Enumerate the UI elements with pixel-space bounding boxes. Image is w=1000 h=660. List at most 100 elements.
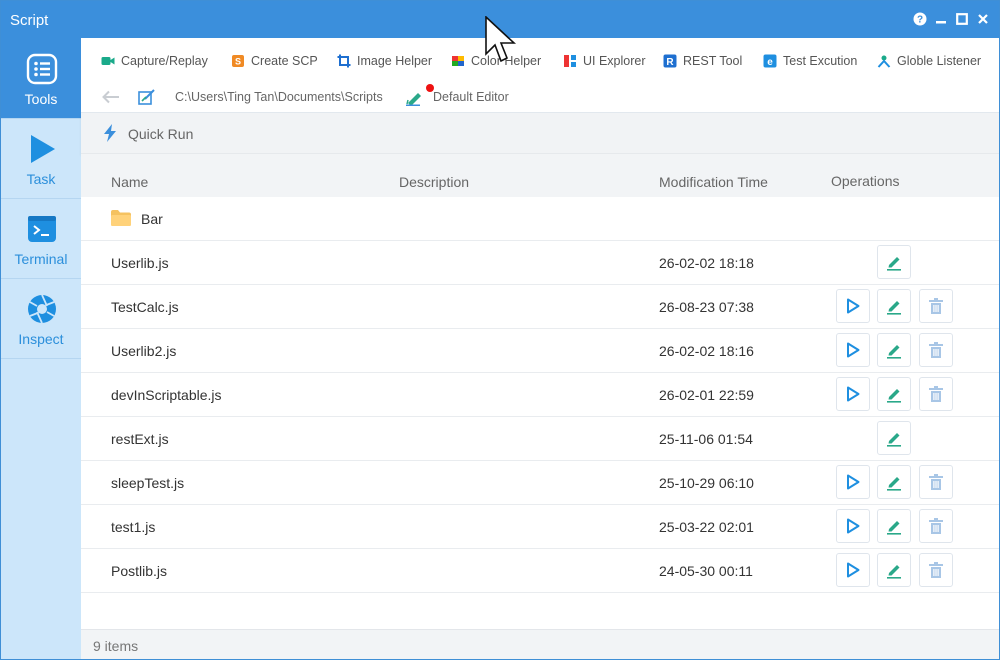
tool-globle-listener[interactable]: Globle Listener — [877, 52, 981, 70]
table-row[interactable]: sleepTest.js 25-10-29 06:10 — [81, 461, 999, 505]
table-row[interactable]: test1.js 25-03-22 02:01 — [81, 505, 999, 549]
table-row[interactable]: TestCalc.js 26-08-23 07:38 — [81, 285, 999, 329]
column-header-name[interactable]: Name — [111, 174, 148, 190]
edit-path-icon[interactable] — [138, 88, 156, 111]
edit-button[interactable] — [877, 289, 911, 323]
delete-button[interactable] — [919, 465, 953, 499]
folder-icon — [110, 209, 132, 232]
tool-label: UI Explorer — [583, 54, 646, 68]
tool-ui-explorer[interactable]: UI Explorer — [563, 52, 646, 70]
row-name[interactable]: Userlib.js — [111, 255, 169, 271]
play-icon — [31, 135, 55, 163]
main-panel: Capture/Replay S Create SCP Image Helper… — [81, 38, 999, 659]
trash-icon — [928, 561, 944, 579]
run-button[interactable] — [836, 333, 870, 367]
delete-button[interactable] — [919, 377, 953, 411]
delete-button[interactable] — [919, 333, 953, 367]
pencil-icon — [885, 341, 903, 359]
sidebar-item-inspect[interactable]: Inspect — [1, 278, 81, 359]
sidebar-item-terminal[interactable]: Terminal — [1, 198, 81, 279]
edit-button[interactable] — [877, 465, 911, 499]
back-arrow-icon[interactable] — [101, 89, 121, 110]
row-name[interactable]: restExt.js — [111, 431, 169, 447]
trash-icon — [928, 385, 944, 403]
quick-run-bar[interactable]: Quick Run — [81, 113, 999, 154]
play-icon — [846, 518, 860, 534]
delete-button[interactable] — [919, 289, 953, 323]
row-modified-time: 26-02-02 18:18 — [659, 255, 754, 271]
tool-label: Create SCP — [251, 54, 318, 68]
sidebar-item-label: Task — [26, 171, 56, 187]
tool-test-excution[interactable]: e Test Excution — [763, 52, 857, 70]
row-modified-time: 26-08-23 07:38 — [659, 299, 754, 315]
editor-pen-icon[interactable] — [406, 88, 426, 111]
tool-image-helper[interactable]: Image Helper — [337, 52, 432, 70]
row-name[interactable]: Bar — [141, 211, 163, 227]
row-name[interactable]: Postlib.js — [111, 563, 167, 579]
edit-button[interactable] — [877, 245, 911, 279]
pencil-icon — [885, 517, 903, 535]
row-name[interactable]: test1.js — [111, 519, 155, 535]
row-name[interactable]: TestCalc.js — [111, 299, 179, 315]
pencil-icon — [885, 561, 903, 579]
item-count: 9 items — [93, 638, 139, 654]
pencil-icon — [885, 297, 903, 315]
tool-rest-tool[interactable]: R REST Tool — [663, 52, 742, 70]
ui-blocks-icon — [564, 55, 576, 67]
trash-icon — [928, 297, 944, 315]
rest-r-icon: R — [663, 54, 677, 68]
column-header-operations: Operations — [831, 173, 900, 189]
minimize-icon[interactable] — [933, 11, 949, 27]
table-row[interactable]: devInScriptable.js 26-02-01 22:59 — [81, 373, 999, 417]
delete-button[interactable] — [919, 509, 953, 543]
row-modified-time: 24-05-30 00:11 — [659, 563, 753, 579]
edit-button[interactable] — [877, 553, 911, 587]
sidebar-item-task[interactable]: Task — [1, 118, 81, 199]
folder-row[interactable]: Bar — [81, 197, 999, 241]
tool-label: Test Excution — [783, 54, 858, 68]
table-row[interactable]: Postlib.js 24-05-30 00:11 — [81, 549, 999, 593]
script-table: Name Description Modification Time Opera… — [81, 154, 999, 593]
table-row[interactable]: Userlib2.js 26-02-02 18:16 — [81, 329, 999, 373]
color-palette-icon — [452, 56, 464, 66]
pencil-icon — [885, 253, 903, 271]
row-name[interactable]: devInScriptable.js — [111, 387, 222, 403]
toolbar: Capture/Replay S Create SCP Image Helper… — [81, 38, 999, 113]
column-header-modification-time[interactable]: Modification Time — [659, 174, 768, 190]
mouse-cursor-icon — [485, 15, 517, 69]
help-icon[interactable]: ? — [912, 11, 928, 27]
run-button[interactable] — [836, 289, 870, 323]
run-button[interactable] — [836, 377, 870, 411]
default-editor-label[interactable]: Default Editor — [433, 90, 509, 104]
crop-icon — [337, 54, 351, 68]
tool-capture-replay[interactable]: Capture/Replay — [101, 52, 208, 70]
run-button[interactable] — [836, 465, 870, 499]
lightning-icon — [103, 124, 117, 147]
play-icon — [846, 474, 860, 490]
sidebar-item-tools[interactable]: Tools — [1, 38, 81, 119]
tool-create-scp[interactable]: S Create SCP — [231, 52, 318, 70]
sidebar-item-label: Terminal — [14, 251, 68, 267]
run-button[interactable] — [836, 553, 870, 587]
video-camera-icon — [101, 57, 115, 65]
trash-icon — [928, 473, 944, 491]
script-window: Script ? Tools Task Terminal Inspect Cap… — [0, 0, 1000, 660]
table-row[interactable]: restExt.js 25-11-06 01:54 — [81, 417, 999, 461]
pencil-icon — [885, 385, 903, 403]
pencil-icon — [885, 473, 903, 491]
delete-button[interactable] — [919, 553, 953, 587]
run-button[interactable] — [836, 509, 870, 543]
column-header-description[interactable]: Description — [399, 174, 469, 190]
maximize-icon[interactable] — [954, 11, 970, 27]
edit-button[interactable] — [877, 333, 911, 367]
table-row[interactable]: Userlib.js 26-02-02 18:18 — [81, 241, 999, 285]
edit-button[interactable] — [877, 421, 911, 455]
edit-button[interactable] — [877, 509, 911, 543]
row-name[interactable]: Userlib2.js — [111, 343, 176, 359]
svg-text:e: e — [767, 57, 773, 68]
listener-icon — [877, 55, 891, 68]
close-icon[interactable] — [975, 11, 991, 27]
edit-button[interactable] — [877, 377, 911, 411]
row-modified-time: 25-11-06 01:54 — [659, 431, 753, 447]
row-name[interactable]: sleepTest.js — [111, 475, 184, 491]
